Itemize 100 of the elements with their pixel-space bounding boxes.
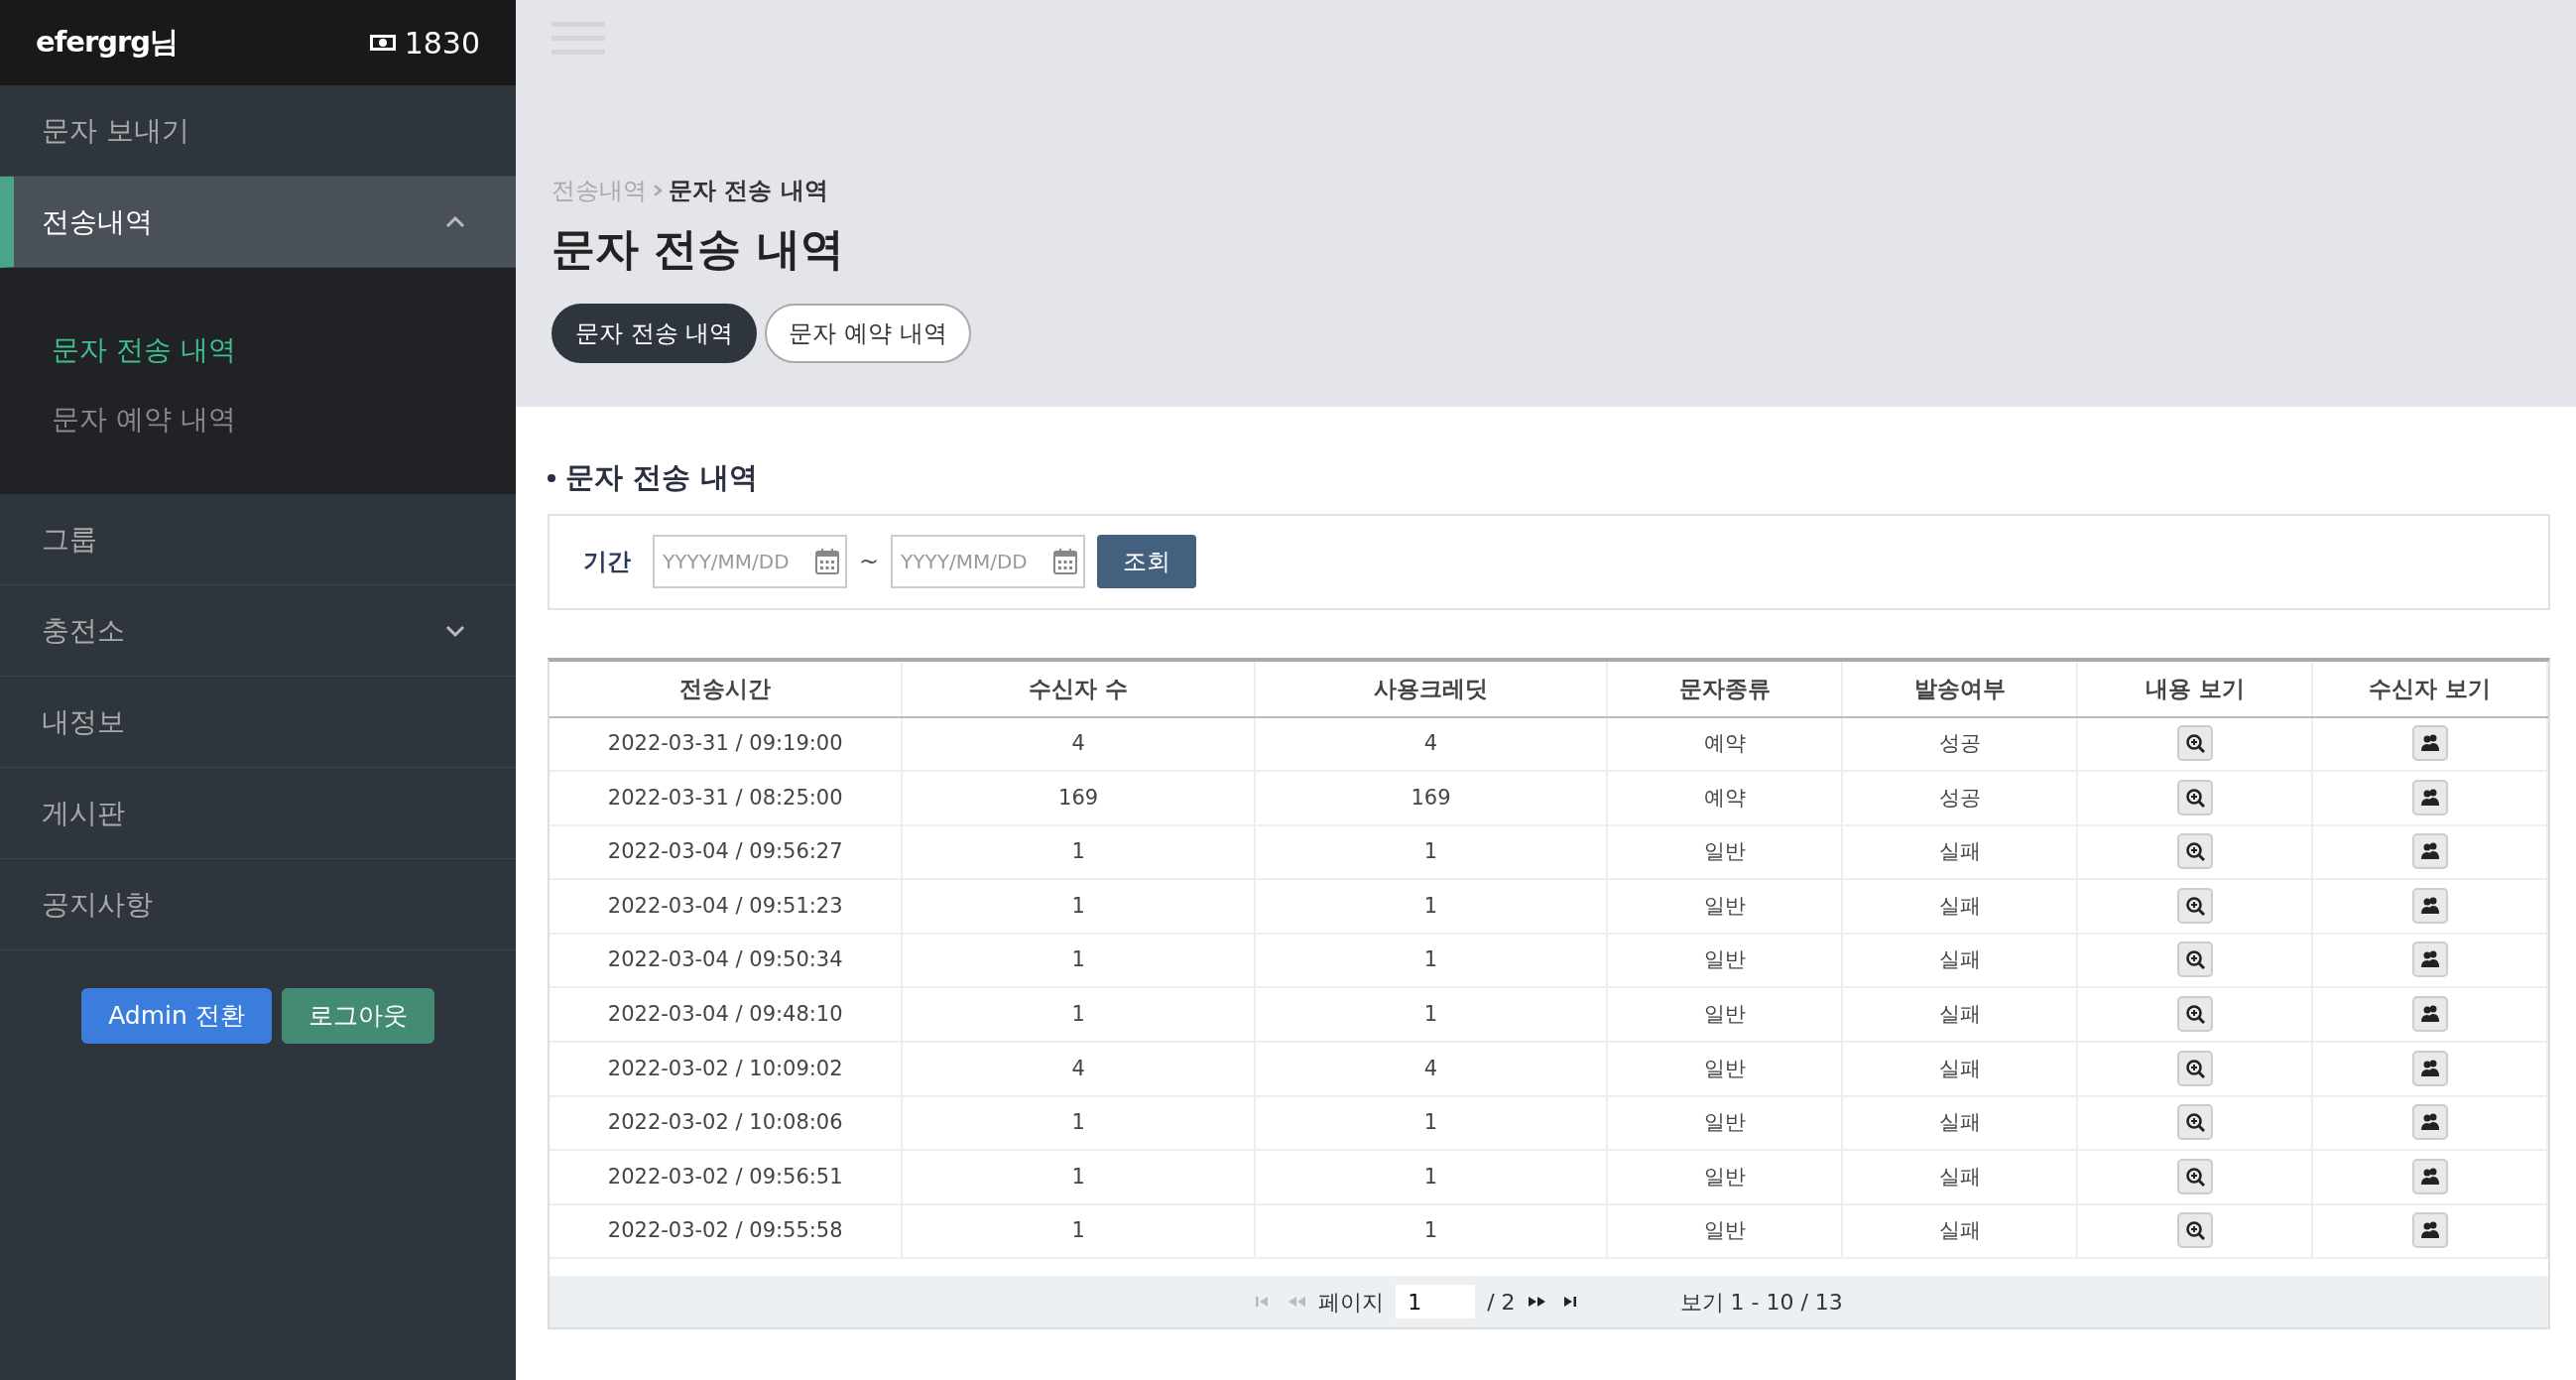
table-cell: 1 [902, 1150, 1255, 1204]
sidebar-item[interactable]: 공지사항 [0, 859, 516, 950]
view-content-button[interactable] [2176, 887, 2213, 924]
calendar-icon[interactable] [1053, 549, 1078, 574]
next-page-icon[interactable] [1527, 1295, 1547, 1310]
column-header: 내용 보기 [2077, 661, 2313, 717]
search-button[interactable]: 조회 [1097, 535, 1197, 588]
admin-switch-button[interactable]: Admin 전환 [81, 988, 272, 1044]
date-field[interactable]: YYYY/MM/DD [653, 535, 847, 588]
table-cell: 4 [1254, 1042, 1608, 1096]
zoom-in-icon [2184, 1112, 2205, 1133]
column-header: 문자종류 [1607, 661, 1843, 717]
view-content-button[interactable] [2176, 1050, 2213, 1086]
view-recipients-button[interactable] [2411, 1050, 2448, 1086]
table-cell: 일반 [1607, 987, 1843, 1043]
zoom-in-icon [2184, 841, 2205, 862]
view-content-button[interactable] [2176, 725, 2213, 762]
table-cell: 실패 [1842, 1042, 2078, 1096]
table-cell: 성공 [1842, 716, 2078, 772]
table-cell: 2022-03-31 / 09:19:00 [550, 716, 903, 772]
sidebar-item[interactable]: 그룹 [0, 494, 516, 585]
table-cell: 1 [1254, 824, 1608, 880]
column-header: 사용크레딧 [1254, 661, 1608, 717]
table-cell: 실패 [1842, 1203, 2078, 1259]
total-pages: / 2 [1487, 1288, 1516, 1317]
table-cell: 2022-03-02 / 09:55:58 [550, 1203, 903, 1259]
table-cell: 2022-03-04 / 09:50:34 [550, 933, 903, 988]
view-content-button[interactable] [2176, 1104, 2213, 1141]
page-title: 문자 전송 내역 [552, 222, 845, 276]
zoom-in-icon [2184, 1058, 2205, 1078]
breadcrumb-current: 문자 전송 내역 [669, 176, 828, 206]
table-cell: 2022-03-31 / 08:25:00 [550, 771, 903, 825]
zoom-in-icon [2184, 1004, 2205, 1024]
sidebar-item[interactable]: 충전소 [0, 585, 516, 677]
zoom-in-icon [2184, 787, 2205, 808]
tab[interactable]: 문자 전송 내역 [552, 304, 758, 363]
sidebar-item[interactable]: 내정보 [0, 677, 516, 768]
page-label: 페이지 [1318, 1288, 1385, 1317]
calendar-icon[interactable] [815, 549, 839, 574]
zoom-in-icon [2184, 1166, 2205, 1187]
zoom-in-icon [2184, 895, 2205, 916]
table-cell: 1 [1254, 1150, 1608, 1204]
people-icon [2419, 1166, 2440, 1187]
table-cell: 1 [1254, 879, 1608, 934]
table-cell: 실패 [1842, 1095, 2078, 1151]
view-recipients-button[interactable] [2411, 887, 2448, 924]
view-content-button[interactable] [2176, 779, 2213, 815]
table-cell: 일반 [1607, 933, 1843, 988]
view-recipients-button[interactable] [2411, 1212, 2448, 1249]
table-cell: 실패 [1842, 1150, 2078, 1204]
table-cell: 예약 [1607, 771, 1843, 825]
view-content-button[interactable] [2176, 941, 2213, 978]
table-cell: 2022-03-04 / 09:48:10 [550, 987, 903, 1043]
logout-button[interactable]: 로그아웃 [281, 988, 434, 1044]
chevron-right-icon [653, 184, 663, 197]
table-cell: 1 [902, 824, 1255, 880]
date-field[interactable]: YYYY/MM/DD [891, 535, 1086, 588]
table-cell: 실패 [1842, 879, 2078, 934]
table-cell: 1 [902, 879, 1255, 934]
view-content-button[interactable] [2176, 833, 2213, 870]
people-icon [2419, 895, 2440, 916]
table-cell: 1 [1254, 987, 1608, 1043]
view-recipients-button[interactable] [2411, 1158, 2448, 1194]
range-separator: ~ [859, 547, 880, 577]
view-recipients-button[interactable] [2411, 1104, 2448, 1141]
view-recipients-button[interactable] [2411, 941, 2448, 978]
money-icon [368, 34, 397, 52]
view-recipients-button[interactable] [2411, 779, 2448, 815]
view-content-button[interactable] [2176, 996, 2213, 1032]
view-content-button[interactable] [2176, 1212, 2213, 1249]
table-cell: 실패 [1842, 824, 2078, 880]
sidebar-item[interactable]: 게시판 [0, 768, 516, 859]
table-cell: 실패 [1842, 987, 2078, 1043]
column-header: 수신자 보기 [2312, 661, 2547, 717]
people-icon [2419, 1220, 2440, 1241]
table-cell: 2022-03-02 / 10:08:06 [550, 1095, 903, 1151]
table-cell: 일반 [1607, 1203, 1843, 1259]
table-cell: 예약 [1607, 716, 1843, 772]
people-icon [2419, 733, 2440, 754]
column-header: 발송여부 [1842, 661, 2078, 717]
tab[interactable]: 문자 예약 내역 [765, 304, 971, 363]
credit-balance: 1830 [404, 24, 480, 63]
submenu-item[interactable]: 문자 전송 내역 [0, 315, 516, 385]
view-recipients-button[interactable] [2411, 833, 2448, 870]
table-cell: 일반 [1607, 1150, 1843, 1204]
table-cell: 일반 [1607, 824, 1843, 880]
table-cell: 2022-03-04 / 09:51:23 [550, 879, 903, 934]
user-name: efergrg님 [36, 24, 179, 62]
record-summary: 보기 1 - 10 / 13 [1679, 1288, 1843, 1317]
bullet-icon [548, 473, 555, 482]
people-icon [2419, 949, 2440, 970]
view-content-button[interactable] [2176, 1158, 2213, 1194]
page-input[interactable]: 1 [1396, 1285, 1476, 1319]
table-cell: 1 [902, 933, 1255, 988]
sidebar-item[interactable]: 전송내역 [0, 177, 516, 268]
view-recipients-button[interactable] [2411, 725, 2448, 762]
table-cell: 1 [1254, 1203, 1608, 1259]
submenu-item[interactable]: 문자 예약 내역 [0, 385, 516, 454]
table-cell: 1 [902, 1095, 1255, 1151]
view-recipients-button[interactable] [2411, 996, 2448, 1032]
